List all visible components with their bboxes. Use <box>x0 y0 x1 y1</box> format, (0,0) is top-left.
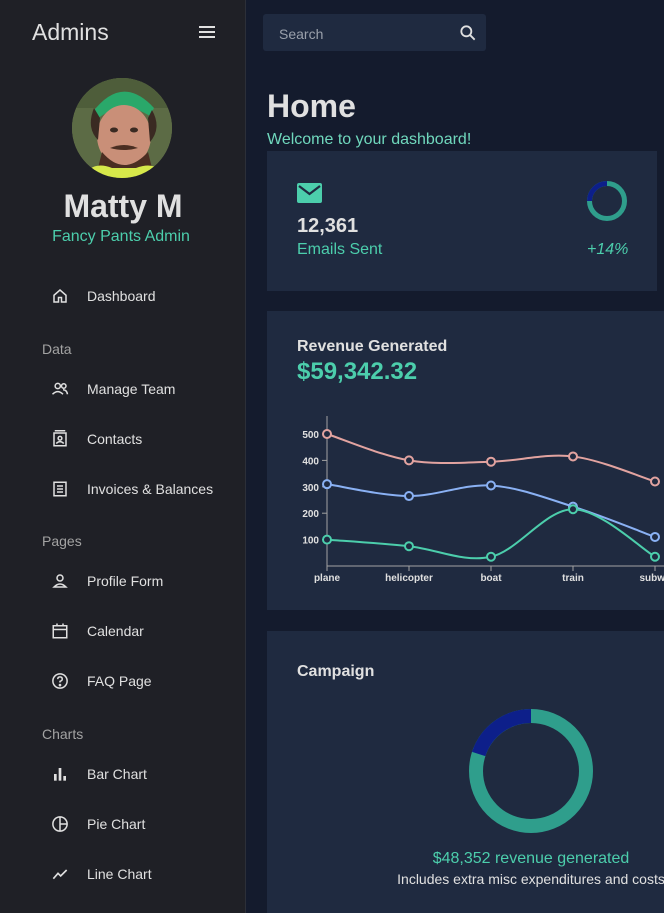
campaign-revenue-text: $48,352 revenue generated <box>432 850 630 867</box>
series-line-1 <box>326 483 656 538</box>
y-tick-label: 500 <box>302 430 319 441</box>
email-icon <box>297 183 322 208</box>
y-tick-label: 400 <box>302 456 319 467</box>
menu-toggle-icon[interactable] <box>199 26 215 40</box>
calendar-icon <box>50 621 70 641</box>
revenue-card: Revenue Generated $59,342.32 100 200 300 40… <box>267 311 664 610</box>
sidebar-item-label: Dashboard <box>87 288 156 304</box>
data-point <box>322 429 332 439</box>
avatar <box>72 78 172 178</box>
sidebar-item-line-chart[interactable]: Line Chart <box>0 856 246 892</box>
contacts-icon <box>50 429 70 449</box>
data-point <box>404 541 414 552</box>
sidebar-item-invoices[interactable]: Invoices & Balances <box>0 471 246 507</box>
x-tick-label: subwa <box>639 573 664 584</box>
section-data: Data <box>42 341 72 357</box>
bar-chart-icon <box>50 764 70 784</box>
sidebar-item-contacts[interactable]: Contacts <box>0 421 246 457</box>
app-title: Admins <box>32 19 109 45</box>
home-icon <box>50 286 70 306</box>
page-title: Home <box>267 88 356 124</box>
series-line-2 <box>326 508 656 560</box>
search-input[interactable] <box>263 14 461 53</box>
x-tick-label: plane <box>314 573 341 584</box>
sidebar-item-label: Profile Form <box>87 573 164 589</box>
stat-value: 12,361 <box>297 215 359 237</box>
stat-increase: +14% <box>587 241 629 258</box>
sidebar-item-label: Line Chart <box>87 866 152 882</box>
campaign-note: Includes extra misc expenditures and cos… <box>397 871 664 887</box>
user-role: Fancy Pants Admin <box>52 228 190 245</box>
campaign-card: Campaign $48,352 revenue generated Inclu… <box>267 631 664 913</box>
data-point <box>404 491 414 502</box>
pie-chart-icon <box>50 814 70 834</box>
user-name: Matty M <box>63 188 183 224</box>
revenue-line-chart: 100 200 300 400 500 plane helicopter boat train s… <box>302 416 664 584</box>
people-icon <box>50 379 70 399</box>
data-point <box>404 455 414 466</box>
x-tick-label: train <box>562 573 584 584</box>
data-point <box>486 551 496 562</box>
search-icon[interactable] <box>458 23 478 43</box>
x-tick-label: boat <box>480 573 502 584</box>
data-point <box>568 504 578 515</box>
sidebar-item-label: Contacts <box>87 431 143 447</box>
data-point <box>568 451 578 462</box>
receipt-icon <box>50 479 70 499</box>
campaign-title: Campaign <box>297 663 375 680</box>
sidebar-item-bar-chart[interactable]: Bar Chart <box>0 756 246 792</box>
y-tick-label: 100 <box>302 536 319 547</box>
stat-card-emails: 12,361 Emails Sent +14% <box>267 151 657 291</box>
section-charts: Charts <box>42 726 84 742</box>
sidebar-item-calendar[interactable]: Calendar <box>0 613 246 649</box>
sidebar-item-profile-form[interactable]: Profile Form <box>0 563 246 599</box>
sidebar: Admins Matty M Fancy Pants Admin Dashboa… <box>0 0 246 913</box>
page-subtitle: Welcome to your dashboard! <box>267 131 472 148</box>
sidebar-item-label: Invoices & Balances <box>87 481 214 497</box>
data-point <box>486 480 496 491</box>
data-point <box>486 456 496 467</box>
data-point <box>322 479 332 490</box>
sidebar-item-dashboard[interactable]: Dashboard <box>0 278 246 314</box>
sidebar-item-label: Calendar <box>87 623 144 639</box>
sidebar-item-pie-chart[interactable]: Pie Chart <box>0 806 246 842</box>
section-pages: Pages <box>42 533 82 549</box>
data-point <box>322 534 332 545</box>
person-icon <box>50 571 70 591</box>
y-tick-label: 300 <box>302 483 319 494</box>
help-icon <box>50 671 70 691</box>
data-point <box>650 476 660 487</box>
line-chart-icon <box>50 864 70 884</box>
sidebar-item-label: FAQ Page <box>87 673 152 689</box>
stat-progress-circle <box>587 181 627 221</box>
data-point <box>650 531 660 542</box>
y-tick-label: 200 <box>302 509 319 520</box>
stat-label: Emails Sent <box>297 241 383 258</box>
campaign-progress-circle <box>469 709 593 833</box>
data-point <box>650 551 660 562</box>
sidebar-item-label: Manage Team <box>87 381 176 397</box>
x-tick-label: helicopter <box>385 573 433 584</box>
sidebar-item-manage-team[interactable]: Manage Team <box>0 371 246 407</box>
search-bar <box>263 14 486 53</box>
sidebar-item-label: Bar Chart <box>87 766 147 782</box>
sidebar-item-label: Pie Chart <box>87 816 146 832</box>
sidebar-item-faq[interactable]: FAQ Page <box>0 663 246 699</box>
